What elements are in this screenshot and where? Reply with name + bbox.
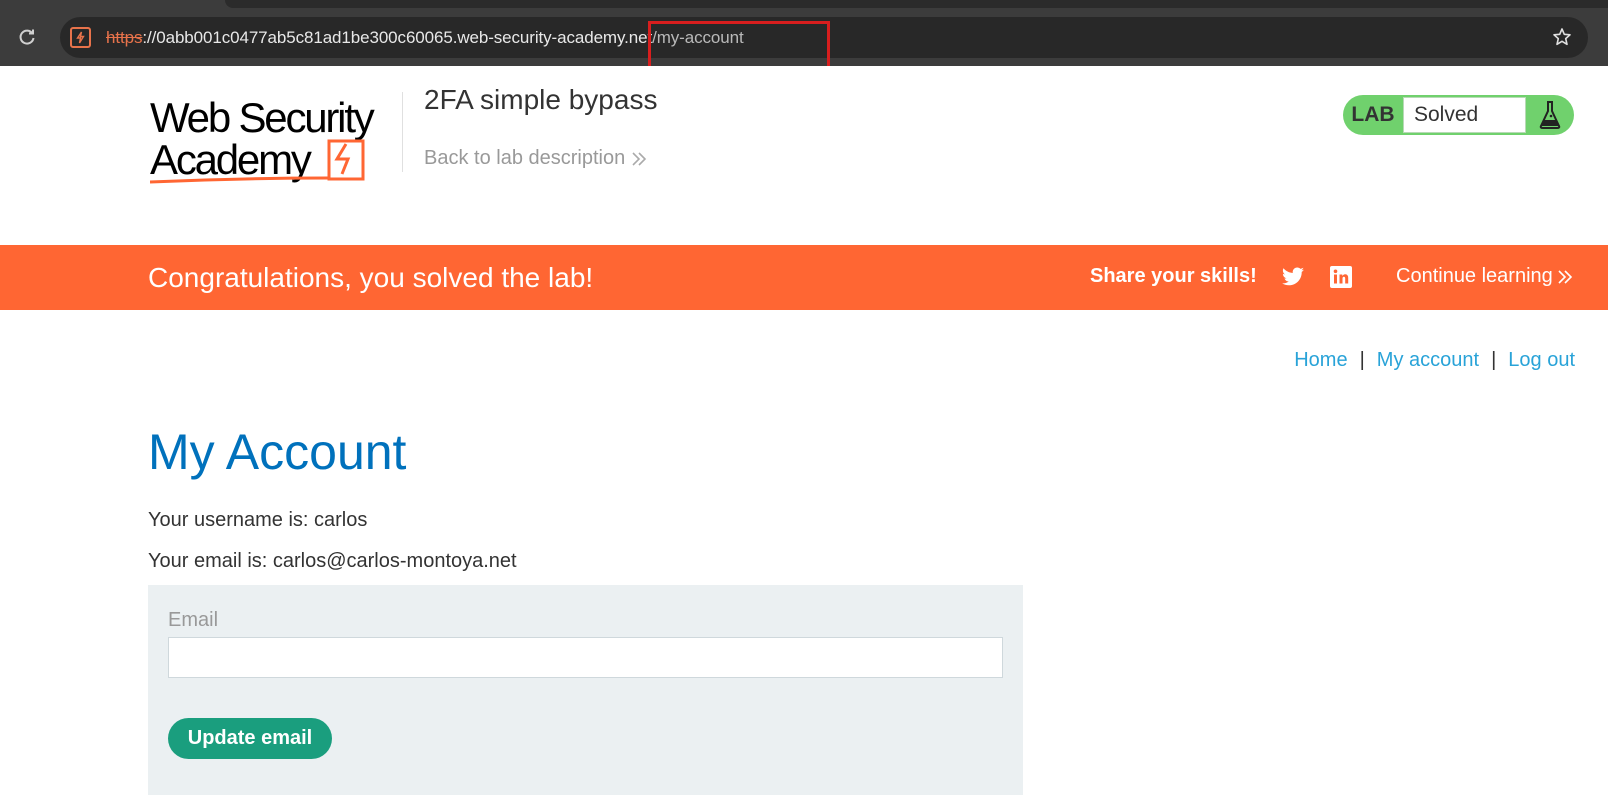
flask-icon	[1539, 101, 1561, 129]
url-scheme: https	[106, 28, 143, 47]
logo-line2: Academy	[150, 136, 312, 183]
page-title: My Account	[148, 424, 407, 480]
back-link-label: Back to lab description	[424, 147, 626, 169]
logo-divider	[402, 92, 403, 172]
congratulations-message: Congratulations, you solved the lab!	[148, 262, 594, 293]
star-icon	[1553, 28, 1571, 46]
lab-badge: LAB	[1351, 103, 1395, 126]
double-chevron-right-icon	[1558, 269, 1572, 284]
email-input[interactable]	[168, 637, 1003, 678]
lab-status-widget: LAB Solved	[1343, 95, 1574, 135]
nav-my-account-link[interactable]: My account	[1377, 349, 1479, 372]
academy-logo[interactable]: Web Security Academy	[149, 94, 400, 184]
update-email-button[interactable]: Update email	[168, 718, 332, 759]
twitter-share-link[interactable]	[1280, 265, 1306, 289]
lab-header: Web Security Academy 2FA simple bypass B…	[0, 66, 1608, 245]
continue-learning-link[interactable]: Continue learning	[1396, 265, 1573, 288]
linkedin-icon	[1330, 266, 1352, 288]
reload-icon	[19, 29, 35, 45]
continue-learning-label: Continue learning	[1396, 265, 1553, 287]
linkedin-share-link[interactable]	[1329, 265, 1353, 289]
nav-log-out-link[interactable]: Log out	[1508, 349, 1575, 372]
logo-line1: Web Security	[150, 94, 375, 141]
nav-separator: |	[1491, 349, 1497, 371]
flask-button[interactable]	[1526, 100, 1574, 130]
account-nav: Home | My account | Log out	[1294, 349, 1575, 372]
username-line: Your username is: carlos	[148, 509, 368, 531]
email-line: Your email is: carlos@carlos-montoya.net	[148, 550, 517, 572]
nav-separator: |	[1359, 349, 1365, 371]
bookmark-button[interactable]	[1550, 25, 1574, 49]
email-label: Email	[168, 609, 219, 631]
reload-button[interactable]	[14, 24, 40, 50]
double-chevron-right-icon	[632, 151, 647, 166]
congratulations-banner: Congratulations, you solved the lab! Sha…	[0, 245, 1608, 310]
site-lightning-icon	[70, 27, 91, 48]
back-to-description-link[interactable]: Back to lab description	[424, 147, 647, 170]
twitter-icon	[1282, 267, 1304, 286]
nav-home-link[interactable]: Home	[1294, 349, 1347, 372]
tab-strip	[225, 0, 1608, 8]
lab-title: 2FA simple bypass	[424, 84, 658, 115]
lab-state: Solved	[1403, 97, 1526, 133]
change-email-form: Email Update email	[148, 585, 1023, 795]
share-label: Share your skills!	[1090, 265, 1257, 287]
url-host: ://0abb001c0477ab5c81ad1be300c60065.web-…	[142, 28, 653, 47]
